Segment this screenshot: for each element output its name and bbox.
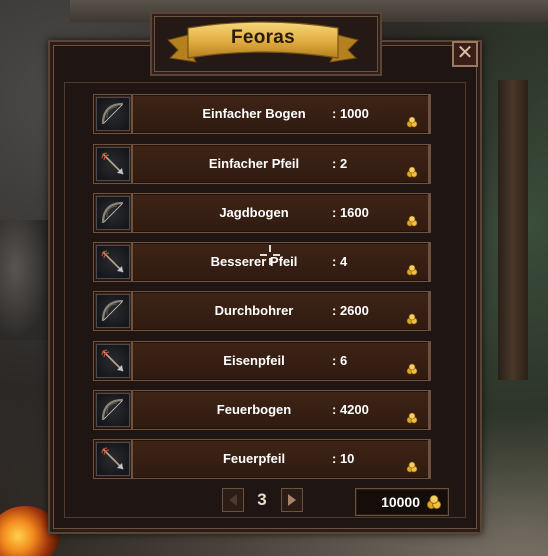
wooden-pillar	[498, 80, 528, 380]
arrow-icon	[97, 345, 129, 377]
item-icon-slot	[96, 196, 130, 230]
row-endcap	[428, 342, 431, 380]
row-endcap	[428, 391, 431, 429]
item-icon-slot	[96, 97, 130, 131]
bow-icon	[97, 197, 129, 229]
item-name: Feuerpfeil	[222, 451, 286, 466]
shop-item-row[interactable]: Einfacher Pfeil : 2	[93, 144, 431, 184]
item-icon-slot	[96, 147, 130, 181]
crosshair-cursor-icon	[260, 245, 280, 265]
row-endcap	[428, 194, 431, 232]
shop-item-row[interactable]: Feuerbogen : 4200	[93, 390, 431, 430]
item-name: Einfacher Bogen	[202, 106, 306, 121]
item-icon-slot	[96, 344, 130, 378]
bow-icon	[97, 98, 129, 130]
item-price: : 4200	[332, 402, 369, 417]
item-icon-slot	[96, 245, 130, 279]
gold-amount: 10000	[381, 494, 420, 510]
row-endcap	[428, 440, 431, 478]
arrow-icon	[97, 443, 129, 475]
item-price: : 6	[332, 353, 348, 368]
arrow-left-icon	[229, 494, 237, 506]
item-icon-slot	[96, 442, 130, 476]
coin-icon	[406, 264, 418, 276]
close-button[interactable]: ✕	[452, 41, 478, 67]
arrow-icon	[97, 148, 129, 180]
row-endcap	[428, 145, 431, 183]
previous-page-button[interactable]	[222, 488, 244, 512]
row-divider	[131, 95, 133, 133]
row-endcap	[428, 292, 431, 330]
item-name: Besserer Pfeil	[210, 254, 298, 269]
gold-coins-icon	[426, 494, 442, 510]
item-price: : 1600	[332, 205, 369, 220]
item-price: : 2	[332, 156, 348, 171]
row-divider	[131, 292, 133, 330]
row-divider	[131, 440, 133, 478]
coin-icon	[406, 313, 418, 325]
page-number: 3	[257, 490, 267, 509]
item-name: Durchbohrer	[214, 303, 294, 318]
next-page-button[interactable]	[281, 488, 303, 512]
row-divider	[131, 391, 133, 429]
gold-display: 10000	[355, 488, 449, 516]
coin-icon	[406, 215, 418, 227]
shop-item-row[interactable]: Jagdbogen : 1600	[93, 193, 431, 233]
bow-icon	[97, 394, 129, 426]
bow-icon	[97, 295, 129, 327]
shop-item-row[interactable]: Feuerpfeil : 10	[93, 439, 431, 479]
shop-item-row[interactable]: Einfacher Bogen : 1000	[93, 94, 431, 134]
item-price: : 2600	[332, 303, 369, 318]
item-name: Eisenpfeil	[223, 353, 285, 368]
coin-icon	[406, 166, 418, 178]
item-price: : 1000	[332, 106, 369, 121]
item-name: Einfacher Pfeil	[208, 156, 300, 171]
coin-icon	[406, 116, 418, 128]
coin-icon	[406, 363, 418, 375]
arrow-right-icon	[288, 494, 296, 506]
item-name: Feuerbogen	[216, 402, 292, 417]
coin-icon	[406, 412, 418, 424]
shop-title: Feoras	[230, 27, 296, 48]
row-divider	[131, 342, 133, 380]
item-price: : 10	[332, 451, 355, 466]
item-icon-slot	[96, 393, 130, 427]
shop-item-row[interactable]: Durchbohrer : 2600	[93, 291, 431, 331]
row-divider	[131, 194, 133, 232]
coin-icon	[406, 461, 418, 473]
item-icon-slot	[96, 294, 130, 328]
row-endcap	[428, 95, 431, 133]
arrow-icon	[97, 246, 129, 278]
row-endcap	[428, 243, 431, 281]
item-price: : 4	[332, 254, 348, 269]
row-divider	[131, 243, 133, 281]
row-divider	[131, 145, 133, 183]
stone-statue	[0, 220, 50, 340]
item-name: Jagdbogen	[219, 205, 289, 220]
shop-item-row[interactable]: Eisenpfeil : 6	[93, 341, 431, 381]
